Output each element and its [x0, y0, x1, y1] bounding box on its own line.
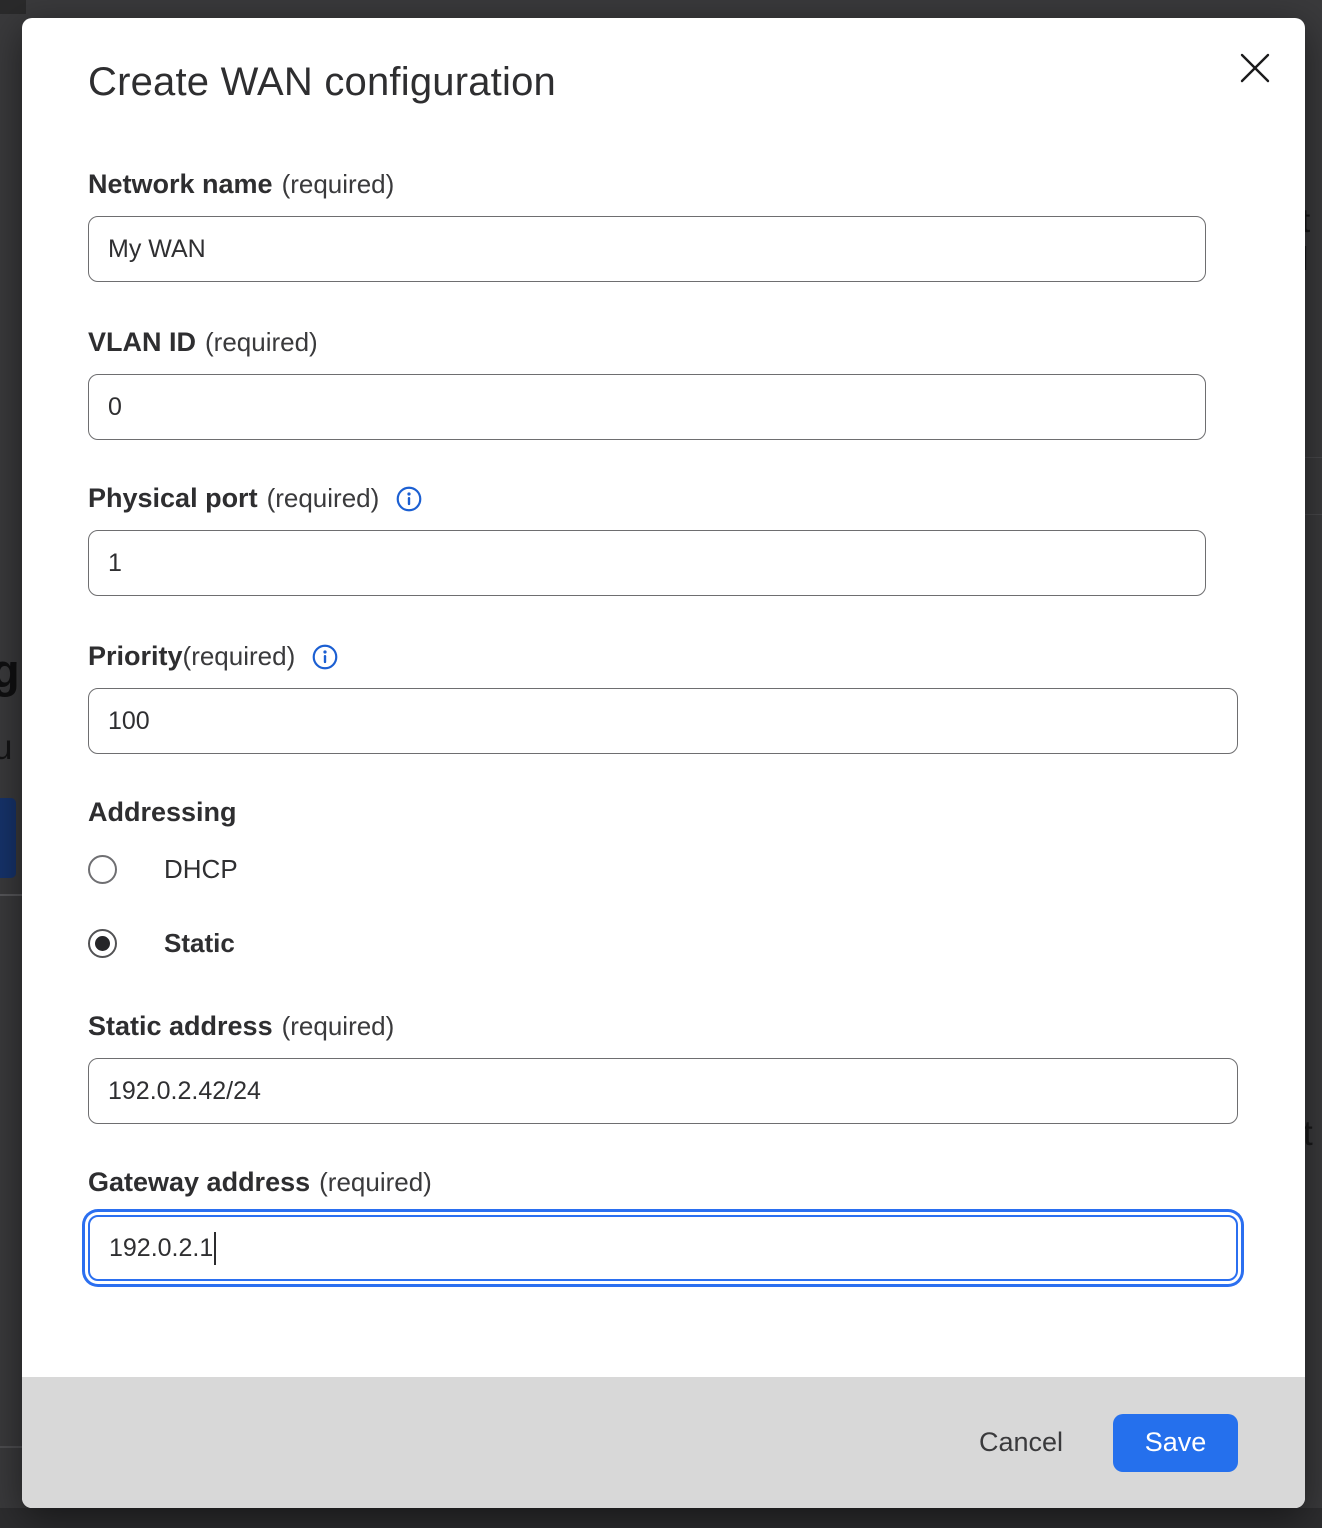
network-name-input[interactable]: My WAN [88, 216, 1206, 282]
static-address-label: Static address [88, 1011, 273, 1042]
close-button[interactable] [1234, 48, 1276, 90]
radio-selected-icon [88, 929, 117, 958]
physical-port-field: Physical port (required) 1 [88, 482, 1206, 596]
radio-unselected-icon [88, 855, 117, 884]
gateway-address-value: 192.0.2.1 [109, 1234, 213, 1263]
background-divider [1305, 514, 1322, 515]
background-button-fragment [0, 798, 16, 878]
priority-label: Priority [88, 641, 183, 672]
background-text-fragment: u [0, 728, 12, 768]
gateway-address-label: Gateway address [88, 1167, 310, 1198]
radio-option-dhcp[interactable]: DHCP [88, 854, 238, 885]
addressing-heading: Addressing [88, 797, 237, 828]
required-hint: (required) [183, 641, 296, 672]
radio-dot [95, 936, 110, 951]
gateway-address-field: Gateway address (required) 192.0.2.1 [88, 1166, 1238, 1281]
background-dark-patch [0, 1508, 1322, 1528]
background-divider [0, 894, 22, 896]
priority-input[interactable]: 100 [88, 688, 1238, 754]
dhcp-option-label: DHCP [164, 854, 238, 885]
physical-port-value: 1 [108, 549, 122, 578]
save-button[interactable]: Save [1113, 1414, 1238, 1472]
background-dark-patch [0, 0, 26, 14]
background-divider [0, 1446, 22, 1448]
dialog-title: Create WAN configuration [88, 58, 556, 106]
network-name-label: Network name [88, 169, 273, 200]
required-hint: (required) [282, 1011, 395, 1042]
info-icon[interactable] [312, 644, 338, 670]
priority-value: 100 [108, 707, 150, 736]
required-hint: (required) [319, 1167, 432, 1198]
gateway-address-input[interactable]: 192.0.2.1 [88, 1215, 1238, 1281]
text-cursor [214, 1232, 216, 1265]
create-wan-dialog: Create WAN configuration Network name (r… [22, 18, 1305, 1508]
cancel-button[interactable]: Cancel [979, 1427, 1063, 1458]
required-hint: (required) [205, 327, 318, 358]
dialog-footer: Cancel Save [22, 1377, 1305, 1508]
static-address-field: Static address (required) 192.0.2.42/24 [88, 1010, 1238, 1124]
network-name-field: Network name (required) My WAN [88, 168, 1206, 282]
background-text-fragment: g [0, 643, 20, 698]
vlan-id-input[interactable]: 0 [88, 374, 1206, 440]
static-option-label: Static [164, 928, 235, 959]
required-hint: (required) [282, 169, 395, 200]
vlan-id-value: 0 [108, 393, 122, 422]
background-divider [1305, 457, 1322, 458]
physical-port-input[interactable]: 1 [88, 530, 1206, 596]
info-icon[interactable] [396, 486, 422, 512]
vlan-id-label: VLAN ID [88, 327, 196, 358]
priority-field: Priority (required) 100 [88, 640, 1238, 754]
required-hint: (required) [267, 483, 380, 514]
radio-option-static[interactable]: Static [88, 928, 235, 959]
static-address-input[interactable]: 192.0.2.42/24 [88, 1058, 1238, 1124]
network-name-value: My WAN [108, 235, 206, 264]
close-icon [1238, 51, 1272, 88]
physical-port-label: Physical port [88, 483, 258, 514]
vlan-id-field: VLAN ID (required) 0 [88, 326, 1206, 440]
static-address-value: 192.0.2.42/24 [108, 1077, 261, 1106]
